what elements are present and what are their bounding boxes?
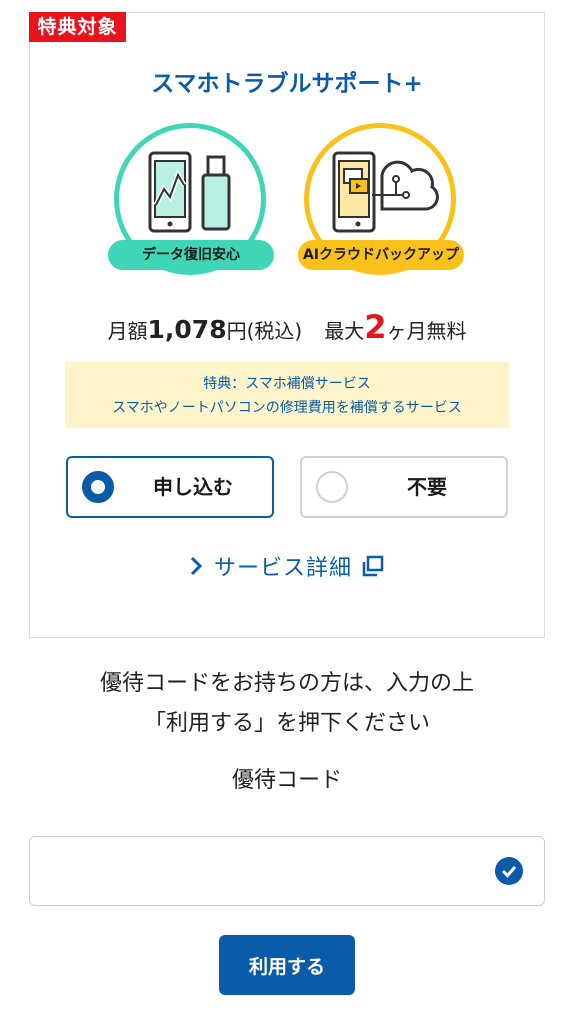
free-prefix: 最大	[324, 319, 365, 343]
benefit-badge: 特典対象	[29, 12, 126, 42]
feature-label: AIクラウドバックアップ	[298, 240, 464, 270]
radio-selected-icon[interactable]	[82, 471, 114, 503]
checkmark-glyph	[501, 866, 517, 878]
price-amount: 1,078	[147, 315, 227, 344]
price-prefix: 月額	[107, 319, 148, 343]
service-detail-label: サービス詳細	[213, 556, 352, 581]
free-months-number: 2	[364, 308, 387, 346]
option-decline[interactable]: 不要	[300, 456, 508, 518]
notice-line-1: 特典：スマホ補償サービス	[203, 376, 371, 392]
external-link-icon	[362, 555, 384, 577]
chevron-right-icon	[190, 556, 202, 576]
radio-unselected-icon[interactable]	[316, 471, 348, 503]
service-detail-link[interactable]: サービス詳細	[29, 550, 545, 582]
coupon-guide: 優待コードをお持ちの方は、入力の上 「利用する」を押下ください	[0, 664, 574, 744]
option-decline-label: 不要	[407, 475, 447, 499]
feature-ai-backup: AIクラウドバックアップ	[296, 123, 468, 275]
cloud-backup-icon	[332, 151, 439, 233]
feature-label: データ復旧安心	[108, 240, 274, 270]
benefit-notice: 特典：スマホ補償サービス スマホやノートパソコンの修理費用を補償するサービス	[65, 362, 509, 428]
option-apply-label: 申し込む	[153, 475, 233, 499]
coupon-guide-line-2: 「利用する」を押下ください	[143, 711, 430, 736]
coupon-guide-line-1: 優待コードをお持ちの方は、入力の上	[99, 671, 474, 696]
service-title: スマホトラブルサポート+	[151, 71, 423, 97]
notice-line-2: スマホやノートパソコンの修理費用を補償するサービス	[112, 400, 462, 416]
use-coupon-button[interactable]: 利用する	[219, 935, 355, 995]
price-tax: (税込)	[246, 319, 303, 343]
price-line: 月額1,078円(税込) 最大2ヶ月無料	[29, 309, 545, 349]
coupon-code-input[interactable]	[29, 836, 545, 906]
option-apply[interactable]: 申し込む	[66, 456, 274, 518]
check-icon	[495, 857, 523, 885]
feature-data-recovery: データ復旧安心	[106, 123, 278, 275]
price-unit: 円	[226, 319, 247, 343]
coupon-code-label: 優待コード	[231, 768, 342, 793]
smartphone-usb-icon	[148, 151, 231, 233]
free-suffix: ヶ月無料	[386, 319, 467, 343]
